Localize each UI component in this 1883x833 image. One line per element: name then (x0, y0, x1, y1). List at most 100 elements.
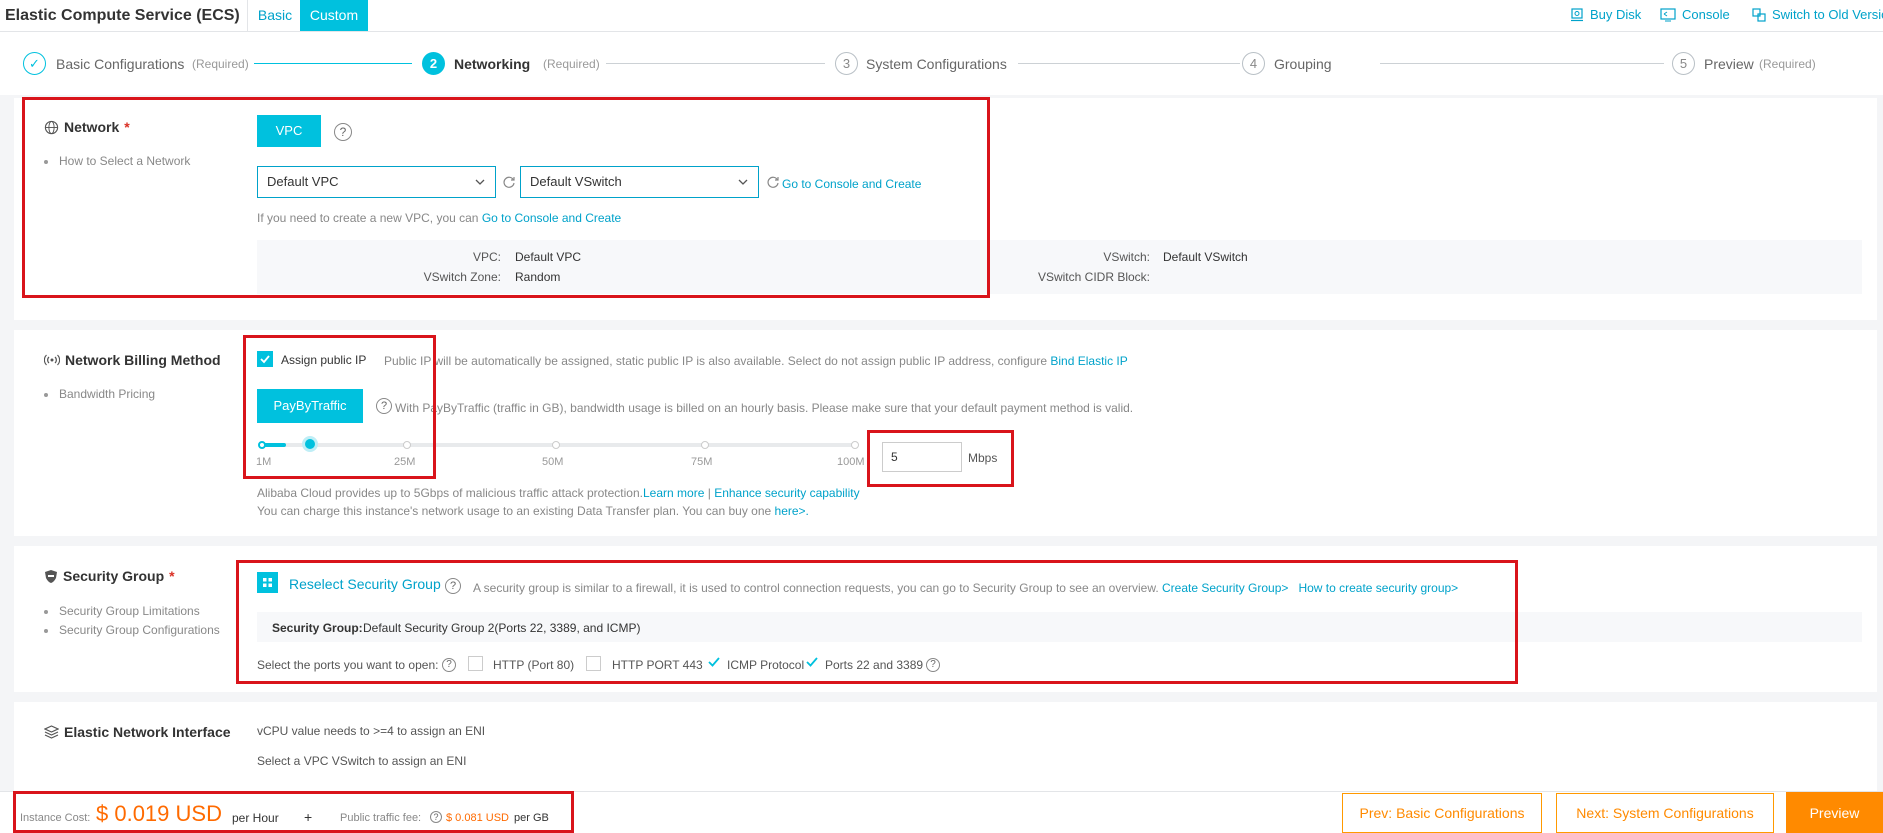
network-summary: VPC: Default VPC VSwitch Zone: Random VS… (257, 240, 1862, 294)
security-group-title: Security Group * (44, 568, 175, 584)
learn-more-link[interactable]: Learn more (643, 486, 704, 500)
help-icon[interactable]: ? (430, 811, 442, 823)
step-3-number: 3 (835, 52, 858, 75)
slider-tick-label: 50M (542, 456, 564, 468)
how-to-create-security-group-link[interactable]: How to create security group> (1298, 581, 1458, 595)
eni-vswitch-requirement: Select a VPC VSwitch to assign an ENI (257, 754, 467, 768)
mode-tab-custom[interactable]: Custom (300, 0, 368, 31)
how-to-select-network-link[interactable]: How to Select a Network (44, 154, 190, 168)
bandwidth-slider[interactable]: 1M 25M 50M 75M 100M (256, 432, 869, 472)
slider-tick-label: 1M (256, 456, 272, 468)
port-22-3389-label[interactable]: Ports 22 and 3389 (825, 658, 923, 672)
preview-button[interactable]: Preview (1786, 792, 1883, 833)
required-mark: * (124, 119, 130, 135)
switch-old-version-link[interactable]: Switch to Old Version (1752, 7, 1883, 22)
console-link[interactable]: Console (1660, 7, 1730, 22)
help-icon[interactable]: ? (376, 398, 392, 414)
refresh-icon[interactable] (502, 175, 516, 189)
go-to-console-create-link[interactable]: Go to Console and Create (482, 211, 621, 225)
help-icon[interactable]: ? (926, 658, 940, 672)
bind-elastic-ip-link[interactable]: Bind Elastic IP (1050, 354, 1127, 368)
pay-by-traffic-button[interactable]: PayByTraffic (257, 389, 363, 423)
step-4-label[interactable]: Grouping (1274, 56, 1332, 72)
switch-icon (1752, 7, 1766, 22)
port-http-80-checkbox[interactable] (468, 656, 483, 671)
help-icon[interactable]: ? (442, 658, 456, 672)
step-2-number: 2 (422, 52, 445, 75)
buy-plan-link[interactable]: here>. (775, 504, 809, 518)
step-5-number: 5 (1672, 52, 1695, 75)
assign-public-ip-checkbox[interactable] (257, 351, 273, 367)
mode-tab-basic[interactable]: Basic (250, 0, 300, 31)
switch-old-version-label: Switch to Old Version (1772, 7, 1883, 22)
next-system-configurations-button[interactable]: Next: System Configurations (1556, 793, 1774, 833)
top-header: Elastic Compute Service (ECS) Basic Cust… (0, 0, 1883, 32)
slider-track (262, 443, 858, 447)
buy-disk-link[interactable]: Buy Disk (1570, 7, 1641, 22)
help-icon[interactable]: ? (334, 123, 352, 141)
product-title: Elastic Compute Service (ECS) (5, 7, 240, 24)
per-gb-label: per GB (514, 812, 549, 824)
vpc-button[interactable]: VPC (257, 115, 321, 147)
security-group-configurations-link[interactable]: Security Group Configurations (44, 623, 220, 637)
data-transfer-plan-text: You can charge this instance's network u… (257, 504, 809, 518)
prev-basic-configurations-button[interactable]: Prev: Basic Configurations (1342, 793, 1542, 833)
network-section: Network * How to Select a Network VPC ? D… (14, 98, 1877, 320)
slider-tick-label: 100M (837, 456, 865, 468)
slider-tick-dot (552, 441, 560, 449)
shield-icon (45, 569, 57, 583)
bandwidth-pricing-link[interactable]: Bandwidth Pricing (44, 387, 155, 401)
enhance-security-link[interactable]: Enhance security capability (714, 486, 859, 500)
step-4-number: 4 (1242, 52, 1265, 75)
summary-vpc-value: Default VPC (515, 250, 582, 264)
disk-cart-icon (1570, 7, 1584, 22)
grid-icon[interactable] (257, 572, 278, 593)
step-connector (606, 63, 825, 64)
eni-title: Elastic Network Interface (44, 724, 231, 740)
step-5-label[interactable]: Preview (1704, 56, 1754, 72)
required-mark: * (169, 568, 175, 584)
slider-tick-label: 75M (691, 456, 713, 468)
bandwidth-input[interactable] (882, 442, 962, 472)
go-to-console-create-link[interactable]: Go to Console and Create (782, 177, 921, 191)
vswitch-select[interactable]: Default VSwitch (520, 166, 759, 198)
step-1-label[interactable]: Basic Configurations (56, 56, 184, 72)
summary-vswitch-label: VSwitch: (1103, 250, 1150, 264)
per-hour-label: per Hour (232, 811, 279, 825)
vpc-select[interactable]: Default VPC (257, 166, 496, 198)
port-http-80-label[interactable]: HTTP (Port 80) (493, 658, 574, 672)
security-group-summary: Security Group: Default Security Group 2… (257, 612, 1862, 642)
create-security-group-link[interactable]: Create Security Group> (1162, 581, 1288, 595)
port-https-443-checkbox[interactable] (586, 656, 601, 671)
globe-icon (44, 120, 59, 134)
port-https-443-label[interactable]: HTTP PORT 443 (612, 658, 703, 672)
chevron-down-icon (738, 179, 748, 185)
refresh-icon[interactable] (766, 175, 780, 189)
port-icmp-label[interactable]: ICMP Protocol (727, 658, 804, 672)
assign-public-ip-label[interactable]: Assign public IP (281, 353, 366, 367)
step-2-label: Networking (454, 56, 531, 72)
step-1-check-icon: ✓ (23, 52, 46, 75)
check-icon[interactable] (707, 655, 721, 669)
slider-handle[interactable] (302, 436, 318, 452)
assign-ip-description: Public IP will be automatically be assig… (384, 354, 1128, 368)
traffic-fee-value: $ 0.081 USD (446, 812, 509, 824)
step-connector (254, 63, 412, 64)
step-2-required: (Required) (543, 57, 600, 71)
help-icon[interactable]: ? (445, 578, 461, 594)
console-icon (1660, 7, 1676, 22)
summary-zone-label: VSwitch Zone: (423, 270, 501, 284)
layers-icon (44, 725, 59, 739)
check-icon[interactable] (805, 655, 819, 669)
instance-cost-label: Instance Cost: (20, 812, 91, 824)
step-3-label[interactable]: System Configurations (866, 56, 1007, 72)
security-group-label: Security Group: (272, 621, 363, 635)
create-vpc-hint: If you need to create a new VPC, you can… (257, 211, 622, 225)
security-group-description: A security group is similar to a firewal… (473, 581, 1459, 595)
plus-sign: + (304, 809, 313, 825)
step-5-required: (Required) (1759, 57, 1816, 71)
summary-vpc-label: VPC: (472, 250, 501, 264)
reselect-security-group-link[interactable]: Reselect Security Group (289, 576, 441, 592)
step-connector (1380, 63, 1664, 64)
security-group-limitations-link[interactable]: Security Group Limitations (44, 604, 200, 618)
